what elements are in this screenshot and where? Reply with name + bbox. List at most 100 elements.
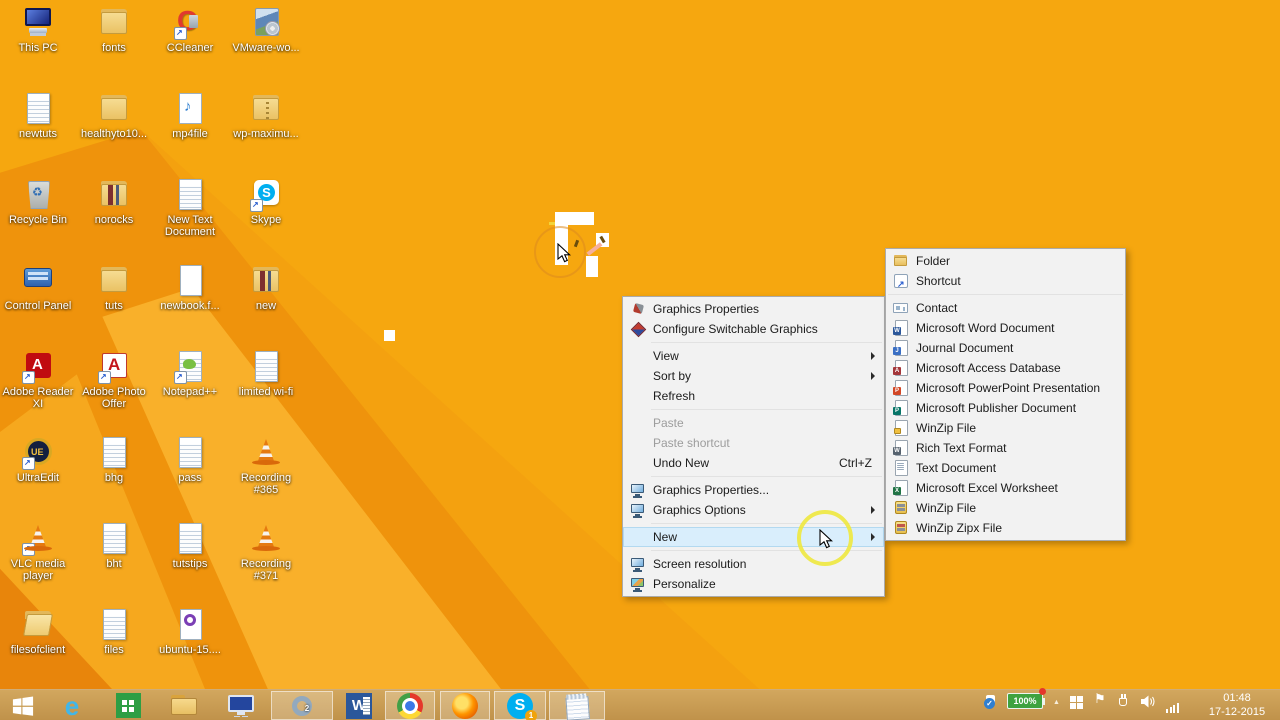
desktop-icon-ultraedit[interactable]: UltraEdit xyxy=(0,432,76,518)
desktop-icon-ccleaner[interactable]: CCleaner xyxy=(152,2,228,88)
desktop-icon-limited-wifi[interactable]: limited wi-fi xyxy=(228,346,304,432)
taskbar-word[interactable]: W xyxy=(338,691,380,720)
desktop-icon-healthyto10[interactable]: healthyto10... xyxy=(76,88,152,174)
text-file-icon xyxy=(94,608,134,642)
desktop-icon-tuts[interactable]: tuts xyxy=(76,260,152,346)
desktop-icon-label: tutstips xyxy=(172,558,208,570)
desktop-icon-wp-maximu[interactable]: wp-maximu... xyxy=(228,88,304,174)
desktop-icon-tutstips[interactable]: tutstips xyxy=(152,518,228,604)
menu-item-undo-new[interactable]: Undo New Ctrl+Z xyxy=(623,453,884,473)
taskbar-notepad[interactable] xyxy=(549,691,605,720)
desktop-icon-fonts[interactable]: fonts xyxy=(76,2,152,88)
submenu-arrow-icon xyxy=(871,352,875,360)
desktop-icon-adobe-reader[interactable]: Adobe Reader XI xyxy=(0,346,76,432)
text-file-icon xyxy=(170,436,210,470)
desktop-icon-bhg[interactable]: bhg xyxy=(76,432,152,518)
menu-item-graphics-options[interactable]: Graphics Options xyxy=(623,500,884,520)
taskbar-screen-recorder[interactable]: 2 xyxy=(271,691,333,720)
taskbar-firefox[interactable] xyxy=(440,691,490,720)
desktop-icon-this-pc[interactable]: This PC xyxy=(0,2,76,88)
desktop-icon-ubuntu-torrent[interactable]: ubuntu-15.... xyxy=(152,604,228,690)
submenu-item-word-document[interactable]: Microsoft Word Document xyxy=(886,318,1125,338)
desktop-icon-label: Recording #365 xyxy=(240,472,292,496)
taskbar-chrome[interactable] xyxy=(385,691,435,720)
desktop-icon-newtuts[interactable]: newtuts xyxy=(0,88,76,174)
network-signal-icon[interactable] xyxy=(1166,695,1180,713)
desktop-icon-label: New Text Document xyxy=(164,214,216,238)
word-doc-icon xyxy=(893,320,909,336)
desktop-icon-new[interactable]: new xyxy=(228,260,304,346)
submenu-item-winzip-file-2[interactable]: WinZip File xyxy=(886,498,1125,518)
clock-date: 17-12-2015 xyxy=(1208,706,1266,718)
menu-item-paste[interactable]: Paste xyxy=(623,413,884,433)
submenu-item-contact[interactable]: Contact xyxy=(886,298,1125,318)
taskbar-file-explorer[interactable] xyxy=(163,691,205,720)
menu-item-sort-by[interactable]: Sort by xyxy=(623,366,884,386)
ultraedit-icon xyxy=(18,436,58,470)
flag-icon[interactable]: ⚑ xyxy=(1094,692,1106,706)
menu-item-refresh[interactable]: Refresh xyxy=(623,386,884,406)
taskbar-skype[interactable]: S1 xyxy=(494,691,546,720)
desktop-icon-filesofclient[interactable]: filesofclient xyxy=(0,604,76,690)
start-button[interactable] xyxy=(4,691,42,720)
desktop-icon-mp4file[interactable]: mp4file xyxy=(152,88,228,174)
desktop-icon-recording-365[interactable]: Recording #365 xyxy=(228,432,304,518)
menu-item-label: WinZip Zipx File xyxy=(916,521,1003,535)
submenu-item-winzip-file-1[interactable]: WinZip File xyxy=(886,418,1125,438)
desktop-icon-bht[interactable]: bht xyxy=(76,518,152,604)
submenu-item-journal-document[interactable]: Journal Document xyxy=(886,338,1125,358)
submenu-item-publisher-document[interactable]: Microsoft Publisher Document xyxy=(886,398,1125,418)
submenu-item-excel-worksheet[interactable]: Microsoft Excel Worksheet xyxy=(886,478,1125,498)
desktop-icon-label: Control Panel xyxy=(4,300,72,312)
taskbar-internet-explorer[interactable]: e xyxy=(52,691,92,720)
menu-item-paste-shortcut[interactable]: Paste shortcut xyxy=(623,433,884,453)
submenu-item-rich-text-format[interactable]: Rich Text Format xyxy=(886,438,1125,458)
menu-item-configure-switchable-graphics[interactable]: Configure Switchable Graphics xyxy=(623,319,884,339)
battery-indicator[interactable]: 100% xyxy=(1007,693,1045,709)
submenu-item-winzip-zipx-file[interactable]: WinZip Zipx File xyxy=(886,518,1125,538)
desktop[interactable]: This PC fonts CCleaner VMware-wo... newt… xyxy=(0,0,1280,720)
adobe-reader-icon xyxy=(18,350,58,384)
selection-artifact xyxy=(549,222,555,225)
submenu-item-access-database[interactable]: Microsoft Access Database xyxy=(886,358,1125,378)
desktop-icon-recycle-bin[interactable]: Recycle Bin xyxy=(0,174,76,260)
desktop-icon-control-panel[interactable]: Control Panel xyxy=(0,260,76,346)
taskbar-clock[interactable]: 01:48 17-12-2015 xyxy=(1196,691,1278,719)
submenu-item-text-document[interactable]: Text Document xyxy=(886,458,1125,478)
submenu-item-shortcut[interactable]: Shortcut xyxy=(886,271,1125,294)
desktop-icon-skype[interactable]: Skype xyxy=(228,174,304,260)
menu-item-label: Shortcut xyxy=(916,274,961,288)
desktop-icon-new-text-document[interactable]: New Text Document xyxy=(152,174,228,260)
taskbar-windows-store[interactable] xyxy=(108,691,148,720)
desktop-icon-vlc-media-player[interactable]: VLC media player xyxy=(0,518,76,604)
menu-item-label: Graphics Properties xyxy=(653,302,760,316)
recorder-ring-icon: 2 xyxy=(292,695,312,716)
desktop-icon-pass[interactable]: pass xyxy=(152,432,228,518)
speaker-icon[interactable] xyxy=(1141,695,1156,713)
submenu-item-folder[interactable]: Folder xyxy=(886,251,1125,271)
submenu-item-powerpoint-presentation[interactable]: Microsoft PowerPoint Presentation xyxy=(886,378,1125,398)
folder-with-files-icon xyxy=(246,264,286,298)
desktop-icon-files[interactable]: files xyxy=(76,604,152,690)
desktop-icon-adobe-photo-offer[interactable]: Adobe Photo Offer xyxy=(76,346,152,432)
desktop-icon-vmware[interactable]: VMware-wo... xyxy=(228,2,304,88)
desktop-icon-grid: This PC fonts CCleaner VMware-wo... newt… xyxy=(0,2,306,690)
folder-icon xyxy=(94,264,134,298)
menu-item-view[interactable]: View xyxy=(623,346,884,366)
desktop-icon-newbook[interactable]: newbook.f... xyxy=(152,260,228,346)
computer-icon xyxy=(18,6,58,40)
menu-item-graphics-properties-intel[interactable]: Graphics Properties... xyxy=(623,480,884,500)
desktop-icon-notepad-plus-plus[interactable]: Notepad++ xyxy=(152,346,228,432)
desktop-icon-recording-371[interactable]: Recording #371 xyxy=(228,518,304,604)
mouse-cursor xyxy=(819,528,833,555)
menu-item-graphics-properties[interactable]: Graphics Properties xyxy=(623,299,884,319)
desktop-icon-label: wp-maximu... xyxy=(233,128,299,140)
taskbar-lenovo[interactable] xyxy=(220,691,262,720)
desktop-icon-label: Notepad++ xyxy=(162,386,218,398)
menu-item-label: Paste shortcut xyxy=(653,436,730,450)
menu-item-personalize[interactable]: Personalize xyxy=(623,574,884,594)
tray-expand-caret-icon[interactable]: ▲ xyxy=(1053,698,1060,708)
desktop-icon-norocks[interactable]: norocks xyxy=(76,174,152,260)
desktop-icon-label: ubuntu-15.... xyxy=(159,644,221,656)
desktop-icon-label: Adobe Photo Offer xyxy=(82,386,146,410)
